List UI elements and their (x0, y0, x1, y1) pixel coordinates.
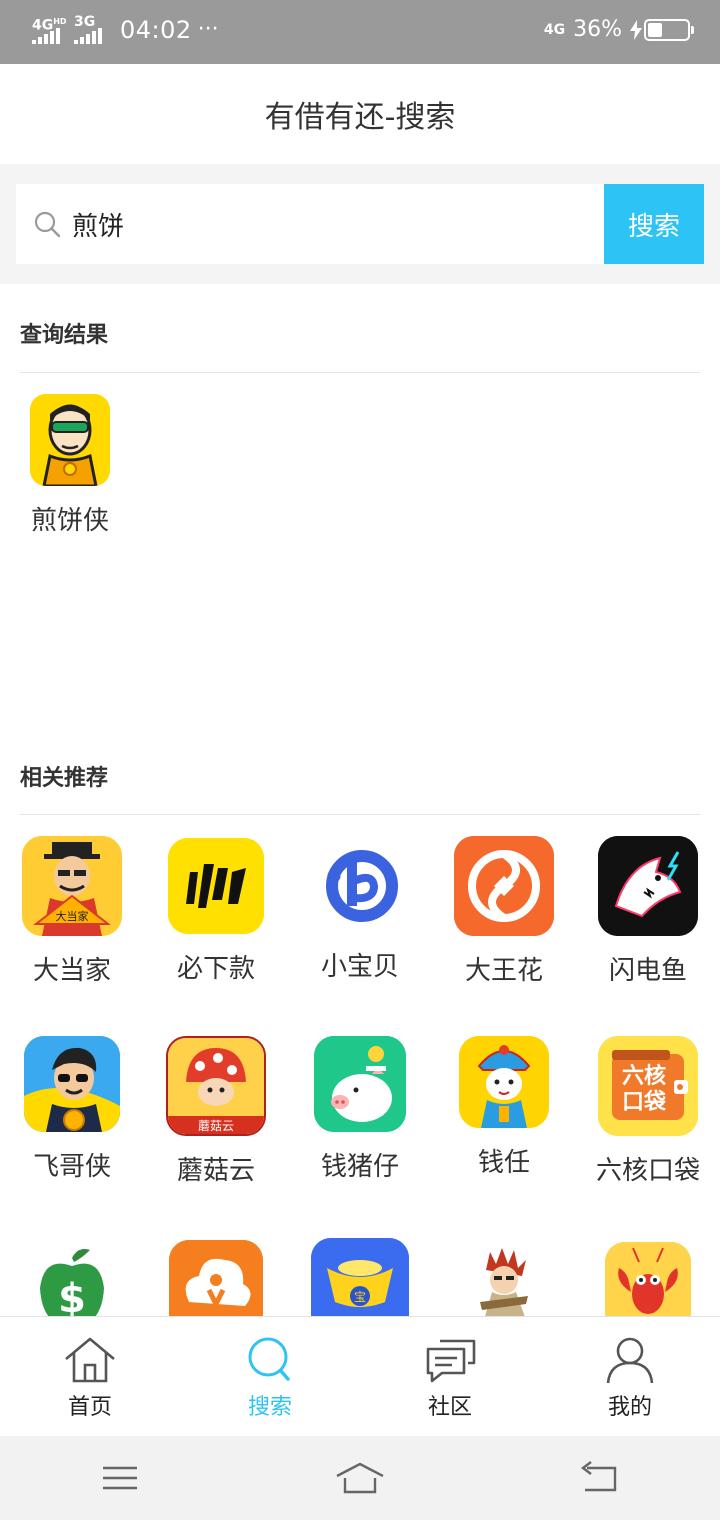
dawanghua-app-icon (454, 836, 554, 936)
app-name: 小宝贝 (320, 952, 399, 982)
nav-label: 搜索 (247, 1395, 292, 1420)
qianzhuzai-app-icon (314, 1036, 406, 1132)
result-app-jianbingxia[interactable]: 煎饼侠 (10, 394, 130, 537)
recommend-divider (20, 814, 700, 815)
nav-community[interactable]: 社区 (360, 1317, 540, 1437)
bottom-nav: 首页 搜索 社区 我的 (0, 1316, 720, 1436)
app-name: 钱猪仔 (320, 1152, 399, 1182)
chat-icon (426, 1339, 476, 1383)
results-title: 查询结果 (20, 323, 109, 348)
nav-label: 我的 (607, 1395, 652, 1420)
app-name: 六核口袋 (595, 1156, 700, 1186)
nav-home[interactable]: 首页 (0, 1317, 180, 1437)
page-header: 有借有还-搜索 (0, 64, 720, 164)
status-left: 4GHD 3G 04:02 ··· (30, 14, 219, 46)
moguyun-app-icon: 蘑菇云 (166, 1036, 266, 1136)
recommend-title: 相关推荐 (20, 766, 109, 791)
system-nav-bar (0, 1436, 720, 1520)
nav-profile[interactable]: 我的 (540, 1317, 720, 1437)
back-icon[interactable] (573, 1458, 627, 1498)
recommend-app-dawanghua[interactable]: 大王花 (444, 836, 564, 987)
liuhekoudai-app-icon: 六核口袋 (598, 1036, 698, 1136)
nav-search[interactable]: 搜索 (180, 1317, 360, 1437)
recommend-app-shandianyu[interactable]: 闪电鱼 (588, 836, 708, 987)
status-bar: 4GHD 3G 04:02 ··· 4G 36% (0, 0, 720, 64)
recommend-app-qianren[interactable]: 钱任 (444, 1036, 564, 1179)
app-name: 飞哥侠 (32, 1152, 111, 1182)
app-name: 闪电鱼 (608, 956, 687, 986)
status-more-dots: ··· (197, 17, 219, 42)
charging-bolt-icon (630, 20, 642, 40)
pancake-hero-app-icon (30, 394, 110, 486)
nav-label: 社区 (427, 1395, 472, 1420)
network-4g-icon: 4G (543, 22, 566, 38)
recommend-app-qianzhuzai[interactable]: 钱猪仔 (300, 1036, 420, 1183)
status-time: 04:02 (120, 16, 192, 44)
nav-label: 首页 (67, 1395, 112, 1420)
page-title: 有借有还-搜索 (264, 100, 456, 135)
xiaobaobei-app-icon (312, 836, 408, 932)
menu-icon[interactable] (93, 1458, 147, 1498)
app-name: 煎饼侠 (30, 506, 109, 536)
recommend-app-dadangjia[interactable]: 大当家 大当家 (12, 836, 132, 987)
app-name: 大当家 (32, 956, 111, 986)
search-box[interactable] (16, 184, 604, 264)
feigexia-app-icon (24, 1036, 120, 1132)
qianren-app-icon (459, 1036, 549, 1128)
home-icon (65, 1337, 115, 1383)
shandianyu-app-icon (598, 836, 698, 936)
results-divider (20, 372, 700, 373)
moguyun-badge-text: 蘑菇云 (198, 1119, 234, 1133)
user-icon (606, 1337, 654, 1384)
search-icon (34, 211, 61, 238)
app-name: 必下款 (176, 954, 255, 984)
search-area: 搜索 (0, 164, 720, 284)
recommend-app-bixiakuan[interactable]: 必下款 (156, 836, 276, 985)
fan-text: 大当家 (56, 909, 89, 923)
network-label-hd: HD (53, 17, 67, 26)
signal-3g-icon: 3G (72, 14, 110, 46)
recommend-app-liuhekoudai[interactable]: 六核口袋 六核口袋 (588, 1036, 708, 1187)
battery-icon (644, 19, 694, 41)
search-button[interactable]: 搜索 (604, 184, 704, 264)
dadangjia-app-icon: 大当家 (22, 836, 122, 936)
home-nav-icon[interactable] (333, 1458, 387, 1498)
battery-percent: 36% (573, 17, 622, 42)
liuhe-icon-text: 六核口袋 (621, 1064, 666, 1115)
app-name: 钱任 (477, 1148, 530, 1178)
recommend-app-moguyun[interactable]: 蘑菇云 蘑菇云 (156, 1036, 276, 1187)
recommend-app-xiaobaobei[interactable]: 小宝贝 (300, 836, 420, 983)
search-input[interactable] (72, 209, 552, 239)
search-icon (248, 1337, 290, 1381)
signal-4g-icon: 4GHD (30, 14, 68, 46)
status-right: 4G 36% (543, 14, 694, 46)
bixiakuan-app-icon (168, 838, 264, 934)
app-name: 蘑菇云 (176, 1156, 255, 1186)
recommend-app-feigexia[interactable]: 飞哥侠 (12, 1036, 132, 1183)
ingot-text: 宝 (354, 1290, 366, 1304)
app-name: 大王花 (464, 956, 543, 986)
